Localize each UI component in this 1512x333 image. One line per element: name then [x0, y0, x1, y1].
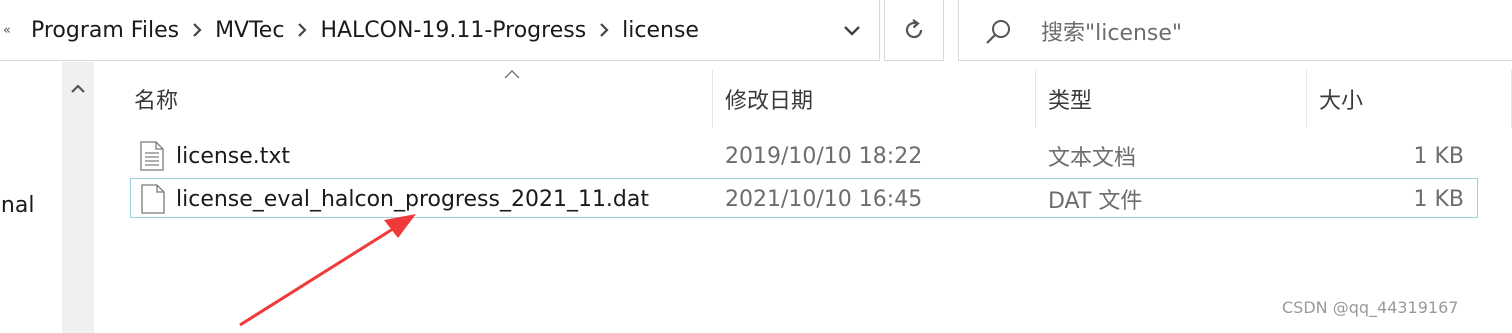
column-header-name[interactable]: 名称 — [134, 70, 178, 128]
file-list: 名称 修改日期 类型 大小 license.txt 2019/10/10 18:… — [94, 62, 1512, 333]
navigation-pane: sonal — [0, 62, 62, 333]
blank-file-icon — [141, 184, 165, 214]
file-row[interactable]: license.txt 2019/10/10 18:22 文本文档 1 KB — [130, 136, 1478, 176]
search-icon — [986, 20, 1010, 44]
column-header-date[interactable]: 修改日期 — [725, 70, 813, 128]
file-row-hovered[interactable]: license_eval_halcon_progress_2021_11.dat… — [130, 178, 1478, 218]
breadcrumb-item-license[interactable]: license — [612, 18, 709, 43]
column-divider[interactable] — [1306, 70, 1307, 128]
breadcrumb-overflow-icon[interactable]: « — [3, 23, 11, 38]
breadcrumb: « Program Files MVTec HALCON-19.11-Progr… — [0, 0, 709, 61]
address-bar[interactable]: « Program Files MVTec HALCON-19.11-Progr… — [0, 0, 880, 61]
chevron-down-icon — [844, 26, 860, 36]
column-divider[interactable] — [1035, 70, 1036, 128]
column-header-type[interactable]: 类型 — [1048, 70, 1092, 128]
file-modified-date: 2021/10/10 16:45 — [725, 186, 923, 212]
file-modified-date: 2019/10/10 18:22 — [725, 143, 923, 169]
address-history-dropdown[interactable] — [835, 17, 869, 45]
file-size: 1 KB — [1413, 186, 1464, 212]
chevron-right-icon[interactable] — [596, 22, 612, 38]
file-type: 文本文档 — [1048, 146, 1137, 171]
column-header-size[interactable]: 大小 — [1319, 70, 1363, 128]
file-size: 1 KB — [1413, 143, 1464, 169]
file-name: license_eval_halcon_progress_2021_11.dat — [176, 186, 649, 212]
toolbar: « Program Files MVTec HALCON-19.11-Progr… — [0, 0, 1512, 62]
chevron-right-icon[interactable] — [189, 22, 205, 38]
refresh-icon — [905, 18, 923, 38]
breadcrumb-item-mvtec[interactable]: MVTec — [205, 18, 294, 43]
text-file-icon — [140, 141, 164, 171]
column-header-row: 名称 修改日期 类型 大小 — [94, 70, 1512, 128]
file-name: license.txt — [176, 143, 291, 169]
watermark: CSDN @qq_44319167 — [1282, 298, 1459, 317]
navigation-scrollbar[interactable] — [62, 62, 94, 333]
column-divider[interactable] — [712, 70, 713, 128]
breadcrumb-item-halcon[interactable]: HALCON-19.11-Progress — [310, 18, 596, 43]
refresh-button[interactable] — [884, 0, 944, 61]
search-box[interactable]: 搜索"license" — [958, 0, 1512, 61]
nav-item-label[interactable]: sonal — [0, 193, 34, 218]
scroll-up-arrow-icon[interactable] — [69, 80, 87, 98]
breadcrumb-item-program-files[interactable]: Program Files — [21, 18, 189, 43]
file-type: DAT 文件 — [1048, 189, 1143, 214]
search-placeholder: 搜索"license" — [1041, 21, 1183, 46]
chevron-right-icon[interactable] — [294, 22, 310, 38]
